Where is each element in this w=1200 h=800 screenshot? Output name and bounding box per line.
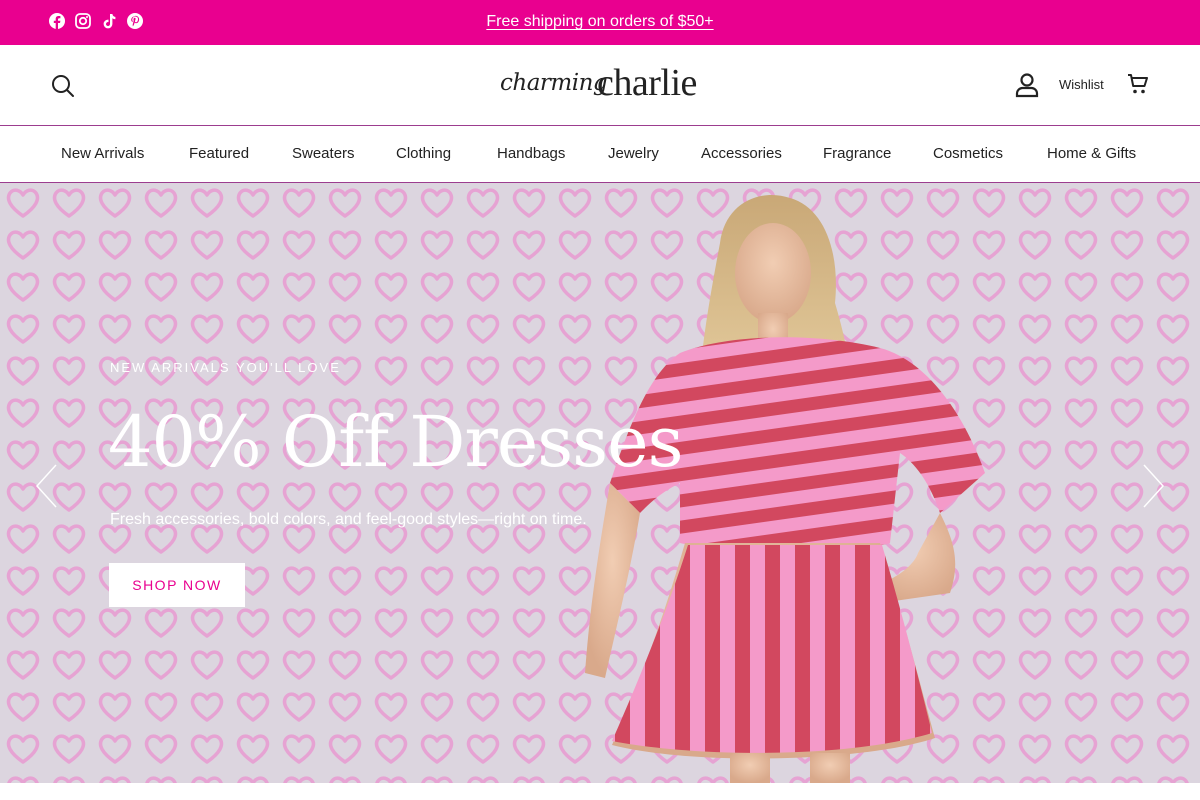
nav-item-home-gifts[interactable]: Home & Gifts <box>1047 145 1136 162</box>
nav-item-handbags[interactable]: Handbags <box>497 145 565 162</box>
announcement-link[interactable]: Free shipping on orders of $50+ <box>0 13 1200 31</box>
hero-banner: NEW ARRIVALS YOU'LL LOVE 40% Off Dresses… <box>0 183 1200 783</box>
slide-prev-button[interactable] <box>32 461 62 511</box>
hero-image <box>0 183 1200 783</box>
logo-main-text: charlie <box>597 62 697 104</box>
nav-item-sweaters[interactable]: Sweaters <box>292 145 355 162</box>
cart-button[interactable] <box>1126 72 1150 96</box>
site-header: charming charlie Wishlist <box>0 45 1200 126</box>
main-navigation: New Arrivals Featured Sweaters Clothing … <box>0 126 1200 183</box>
slide-next-button[interactable] <box>1138 461 1168 511</box>
chevron-left-icon <box>35 464 57 508</box>
hero-eyebrow: NEW ARRIVALS YOU'LL LOVE <box>110 360 341 375</box>
hero-title: 40% Off Dresses <box>108 401 683 483</box>
nav-item-new-arrivals[interactable]: New Arrivals <box>61 145 144 162</box>
nav-item-accessories[interactable]: Accessories <box>701 145 782 162</box>
nav-item-clothing[interactable]: Clothing <box>396 145 451 162</box>
nav-item-cosmetics[interactable]: Cosmetics <box>933 145 1003 162</box>
wishlist-link[interactable]: Wishlist <box>1059 77 1104 92</box>
nav-item-featured[interactable]: Featured <box>189 145 249 162</box>
shop-now-button[interactable]: SHOP NOW <box>109 563 245 607</box>
logo-script-text: charming <box>500 70 608 96</box>
nav-item-jewelry[interactable]: Jewelry <box>608 145 659 162</box>
announcement-bar: Free shipping on orders of $50+ <box>0 0 1200 45</box>
search-button[interactable] <box>50 73 76 99</box>
search-icon <box>52 75 74 97</box>
hero-subtitle: Fresh accessories, bold colors, and feel… <box>110 511 587 528</box>
account-icon <box>1015 73 1039 98</box>
account-button[interactable] <box>1015 72 1039 98</box>
chevron-right-icon <box>1143 464 1165 508</box>
brand-logo[interactable]: charming charlie <box>500 61 700 107</box>
cart-icon <box>1128 74 1148 94</box>
page-bottom-strip <box>0 783 1200 800</box>
nav-item-fragrance[interactable]: Fragrance <box>823 145 891 162</box>
